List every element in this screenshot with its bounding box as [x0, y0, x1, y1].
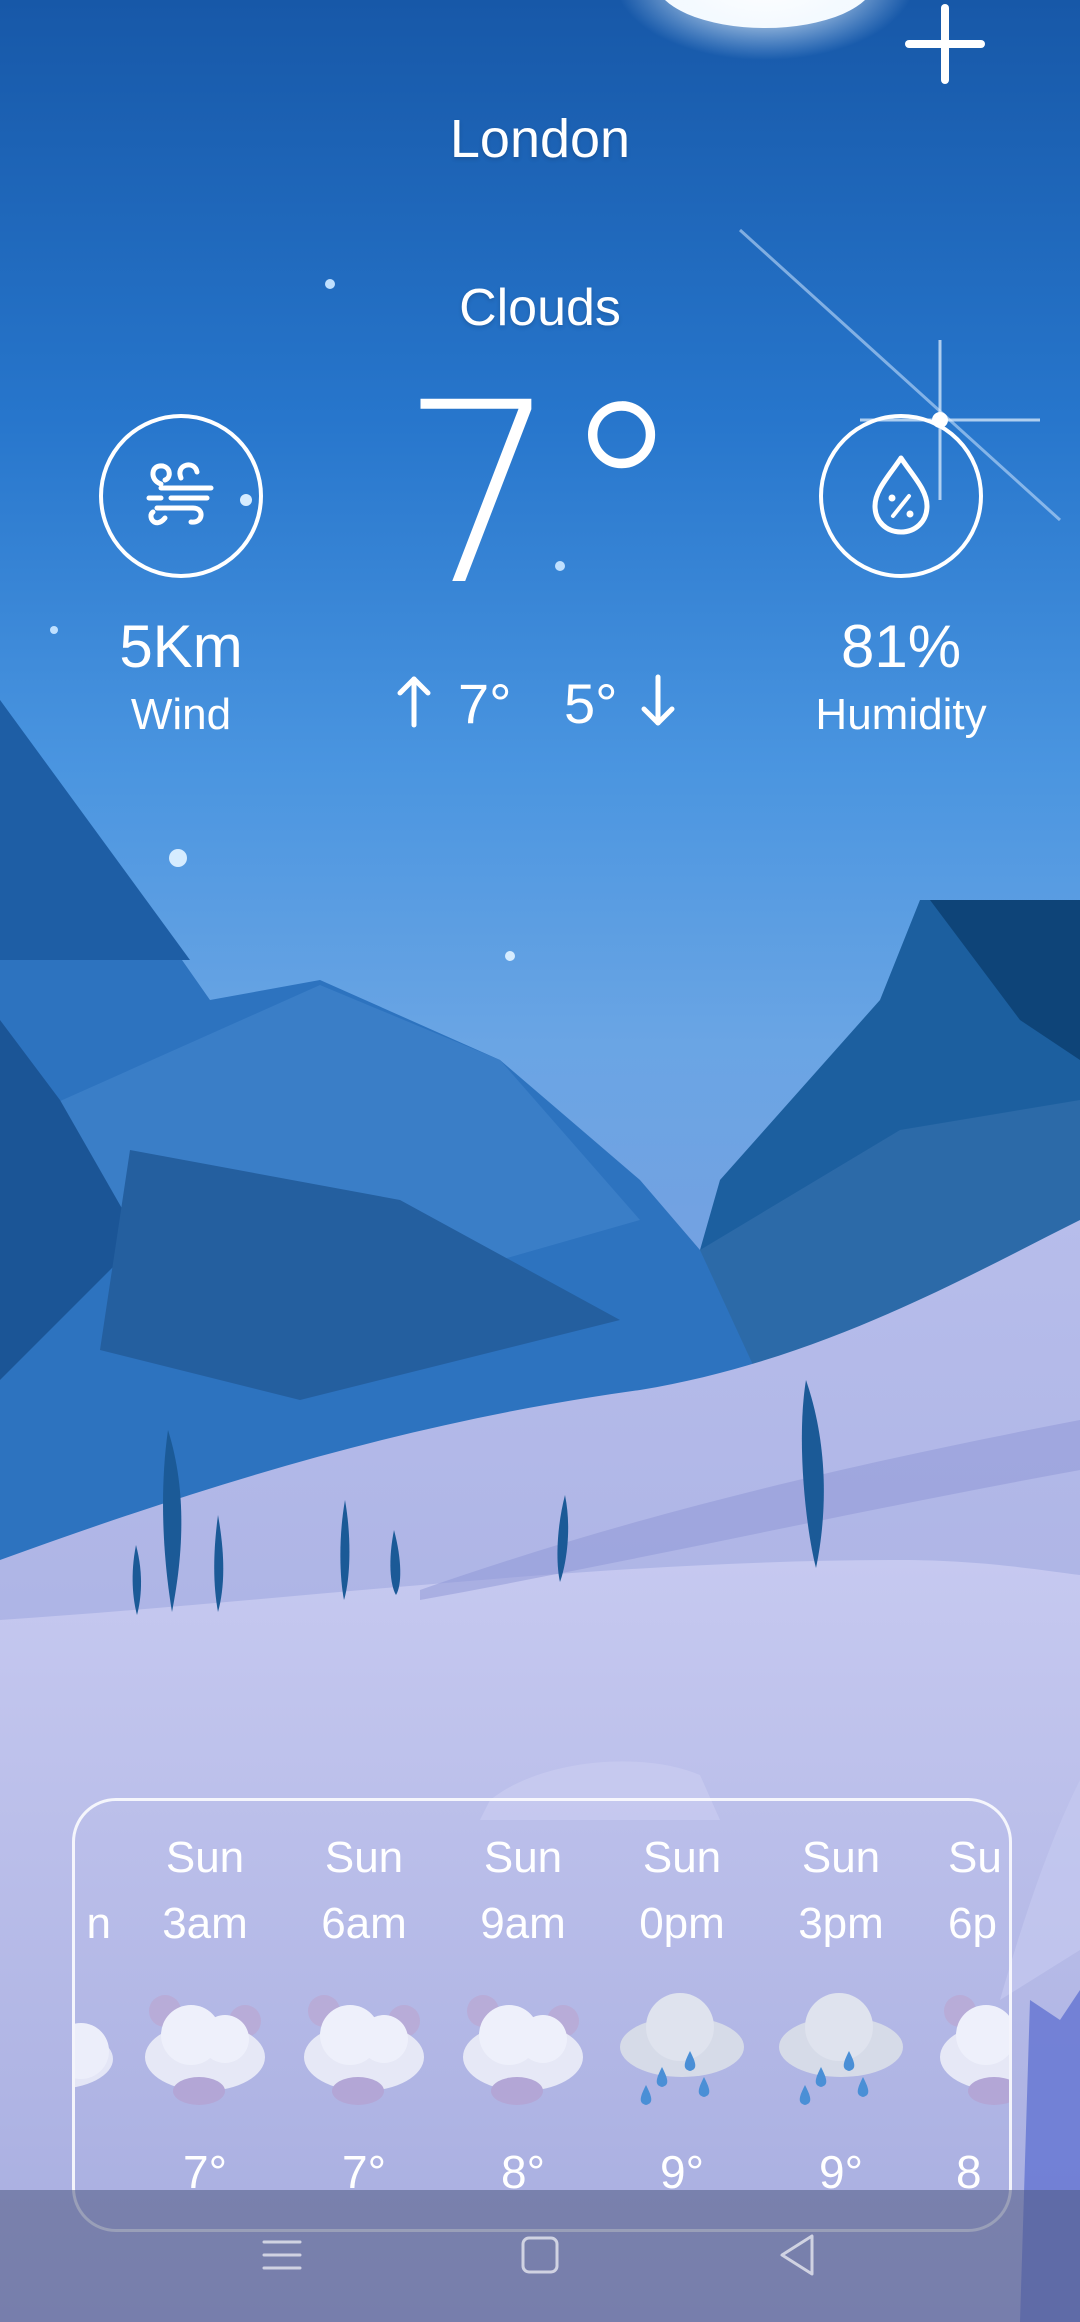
- wind-value: 5Km: [119, 613, 243, 680]
- wind-icon: [146, 462, 214, 526]
- arrow-up-icon: [397, 676, 431, 728]
- low-temperature: 5°: [564, 672, 618, 735]
- forecast-day: Sun: [324, 1833, 404, 1882]
- arrow-down-icon: [641, 674, 675, 726]
- cloudy-icon: [940, 1995, 1009, 2105]
- forecast-item[interactable]: Sun 3am 7°: [125, 1801, 285, 2229]
- forecast-time: n: [86, 1899, 111, 1948]
- forecast-day: Sun: [801, 1833, 881, 1882]
- wind-label: Wind: [130, 690, 232, 739]
- home-icon[interactable]: [500, 2220, 580, 2290]
- high-temperature: 7°: [458, 672, 512, 735]
- forecast-time: 3am: [162, 1899, 248, 1948]
- forecast-item[interactable]: Sun 3pm 9°: [761, 1801, 921, 2229]
- hourly-forecast-panel[interactable]: n Sun 3am 7° Sun 6am 7° Sun 9am 8° Sun 0…: [72, 1798, 1012, 2232]
- menu-icon[interactable]: [242, 2220, 322, 2290]
- cloudy-icon: [145, 1995, 265, 2105]
- high-low-temperature: 7° 5°: [380, 665, 700, 745]
- city-name[interactable]: London: [0, 108, 1080, 170]
- humidity-label: Humidity: [815, 690, 987, 739]
- forecast-item[interactable]: Su 6p 8: [920, 1801, 1009, 2229]
- weather-condition: Clouds: [459, 279, 621, 337]
- forecast-time: 6p: [948, 1899, 997, 1948]
- cloudy-icon: [304, 1995, 424, 2105]
- cloudy-icon: [463, 1995, 583, 2105]
- forecast-time: 9am: [480, 1899, 566, 1948]
- humidity-icon-circle: [819, 414, 983, 578]
- forecast-item[interactable]: Sun 6am 7°: [284, 1801, 444, 2229]
- cloud-icon: [75, 2023, 113, 2088]
- forecast-day: Sun: [642, 1833, 722, 1882]
- rain-icon: [620, 1993, 744, 2105]
- navigation-bar: [0, 2190, 1080, 2322]
- forecast-time: 0pm: [639, 1899, 725, 1948]
- forecast-day: Su: [948, 1833, 1002, 1882]
- humidity-icon: [872, 455, 930, 535]
- humidity-value: 81%: [840, 613, 962, 680]
- forecast-time: 6am: [321, 1899, 407, 1948]
- forecast-item[interactable]: Sun 9am 8°: [443, 1801, 603, 2229]
- wind-icon-circle: [99, 414, 263, 578]
- current-temperature: 7°: [400, 349, 685, 640]
- forecast-item[interactable]: Sun 0pm 9°: [602, 1801, 762, 2229]
- rain-icon: [779, 1993, 903, 2105]
- forecast-day: Sun: [483, 1833, 563, 1882]
- forecast-day: Sun: [165, 1833, 245, 1882]
- forecast-time: 3pm: [798, 1899, 884, 1948]
- add-location-button[interactable]: [900, 0, 990, 90]
- back-icon[interactable]: [758, 2220, 838, 2290]
